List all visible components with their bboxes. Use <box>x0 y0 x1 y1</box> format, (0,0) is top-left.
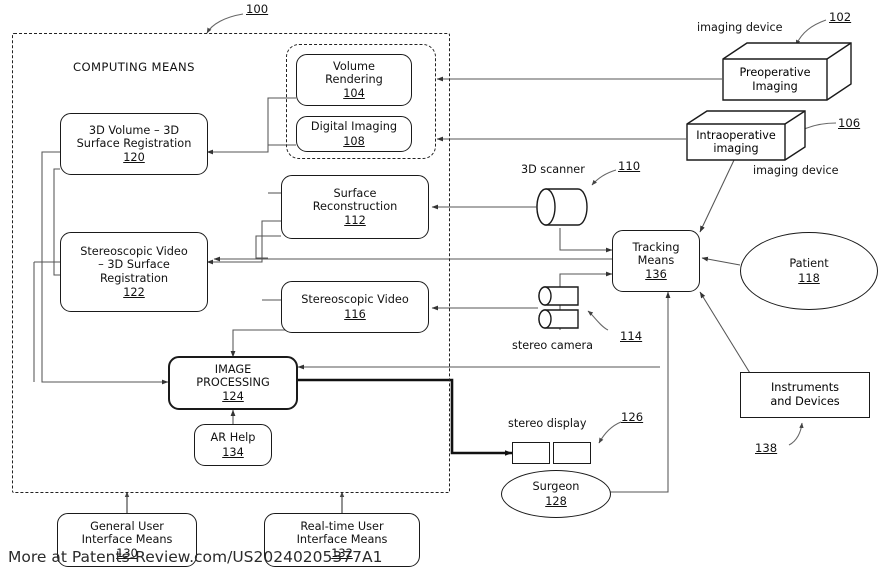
patient-label: Patient <box>789 257 829 271</box>
system-ref-100: 100 <box>246 2 269 16</box>
box-video-surface-registration-line3: Registration <box>99 271 169 285</box>
box-video-surface-registration-ref: 122 <box>123 285 145 299</box>
box-instruments-and-devices[interactable]: Instruments and Devices <box>740 372 870 418</box>
box-digital-imaging[interactable]: Digital Imaging 108 <box>296 116 412 152</box>
scanner-3d-ref: 110 <box>618 159 641 173</box>
box-ar-help[interactable]: AR Help 134 <box>194 424 272 466</box>
stereo-display-label: stereo display <box>508 417 587 430</box>
ellipse-patient[interactable]: Patient 118 <box>740 232 878 310</box>
box-surface-reconstruction-line1: Surface <box>333 186 377 200</box>
surgeon-label: Surgeon <box>532 480 580 494</box>
box-tracking-means[interactable]: Tracking Means 136 <box>612 230 700 292</box>
preoperative-imaging-ref: 102 <box>829 10 852 24</box>
cylinder-icon <box>536 188 588 226</box>
stereo-display-pane-right <box>553 442 591 464</box>
stereo-camera-icon[interactable] <box>538 285 586 331</box>
patient-ref: 118 <box>798 271 820 285</box>
box-volume-rendering[interactable]: Volume Rendering 104 <box>296 54 412 106</box>
box-video-surface-registration-line2: – 3D Surface <box>98 258 170 272</box>
box-volume-rendering-line1: Volume <box>332 59 375 73</box>
box-volume-surface-registration-line1: 3D Volume – 3D <box>88 123 180 137</box>
box-volume-rendering-ref: 104 <box>343 87 365 101</box>
box-video-surface-registration-line1: Stereoscopic Video <box>80 244 188 258</box>
box-volume-surface-registration-ref: 120 <box>123 151 145 165</box>
stereo-display-pane-left <box>512 442 550 464</box>
stereo-cylinders-icon <box>538 286 579 329</box>
scanner-3d-icon[interactable] <box>536 186 588 228</box>
box-volume-rendering-line2: Rendering <box>325 72 383 86</box>
box-surface-reconstruction[interactable]: Surface Reconstruction 112 <box>281 175 429 239</box>
ellipse-surgeon[interactable]: Surgeon 128 <box>501 470 611 518</box>
tracking-means-line2: Means <box>637 253 675 267</box>
intraoperative-imaging-line2: imaging <box>713 142 759 155</box>
box-stereoscopic-video-line1: Stereoscopic Video <box>301 293 409 307</box>
general-ui-line2: Interface Means <box>81 532 173 546</box>
stereo-camera-ref: 114 <box>620 329 643 343</box>
patent-figure: 100 COMPUTING MEANS Volume Rendering 104… <box>0 0 880 579</box>
stereo-display-icon[interactable] <box>512 442 591 464</box>
scanner-3d-label: 3D scanner <box>521 163 585 176</box>
stereo-camera-label: stereo camera <box>512 339 593 352</box>
tracking-means-ref: 136 <box>645 268 667 282</box>
box-image-processing[interactable]: IMAGE PROCESSING 124 <box>168 356 298 410</box>
box-ar-help-ref: 134 <box>222 445 244 459</box>
box-ar-help-line1: AR Help <box>210 431 256 445</box>
general-ui-line1: General User <box>90 519 164 533</box>
realtime-ui-line2: Interface Means <box>296 532 388 546</box>
box-digital-imaging-line1: Digital Imaging <box>310 120 398 134</box>
preoperative-imaging-line1: Preoperative <box>739 65 811 79</box>
intraoperative-imaging-device[interactable]: Intraoperative imaging <box>686 110 806 162</box>
box-image-processing-ref: 124 <box>222 390 244 404</box>
box-image-processing-line1: IMAGE <box>214 362 252 376</box>
realtime-ui-line1: Real-time User <box>300 519 384 533</box>
tracking-means-line1: Tracking <box>632 240 680 254</box>
instruments-line1: Instruments <box>770 380 840 394</box>
surgeon-ref: 128 <box>545 494 567 508</box>
box-surface-reconstruction-line2: Reconstruction <box>312 199 398 213</box>
source-watermark: More at Patents-Review.com/US20240205377… <box>8 548 383 566</box>
box-stereoscopic-video[interactable]: Stereoscopic Video 116 <box>281 281 429 333</box>
box-stereoscopic-video-ref: 116 <box>344 307 366 321</box>
box-video-surface-registration[interactable]: Stereoscopic Video – 3D Surface Registra… <box>60 232 208 312</box>
stereo-display-ref: 126 <box>621 410 644 424</box>
intraoperative-imaging-caption: imaging device <box>753 164 839 177</box>
box-surface-reconstruction-ref: 112 <box>344 214 366 228</box>
box-volume-surface-registration[interactable]: 3D Volume – 3D Surface Registration 120 <box>60 113 208 175</box>
intraoperative-imaging-ref: 106 <box>838 116 861 130</box>
intraoperative-imaging-line1: Intraoperative <box>696 128 776 142</box>
box-image-processing-line2: PROCESSING <box>196 375 270 389</box>
instruments-ref: 138 <box>755 441 778 455</box>
computing-means-title: COMPUTING MEANS <box>73 60 195 74</box>
preoperative-imaging-device[interactable]: Preoperative Imaging <box>722 42 852 102</box>
instruments-line2: and Devices <box>770 395 840 408</box>
box-digital-imaging-ref: 108 <box>343 134 365 148</box>
preoperative-imaging-line2: Imaging <box>752 79 798 93</box>
preoperative-imaging-caption: imaging device <box>697 21 783 34</box>
box-volume-surface-registration-line2: Surface Registration <box>76 136 192 150</box>
